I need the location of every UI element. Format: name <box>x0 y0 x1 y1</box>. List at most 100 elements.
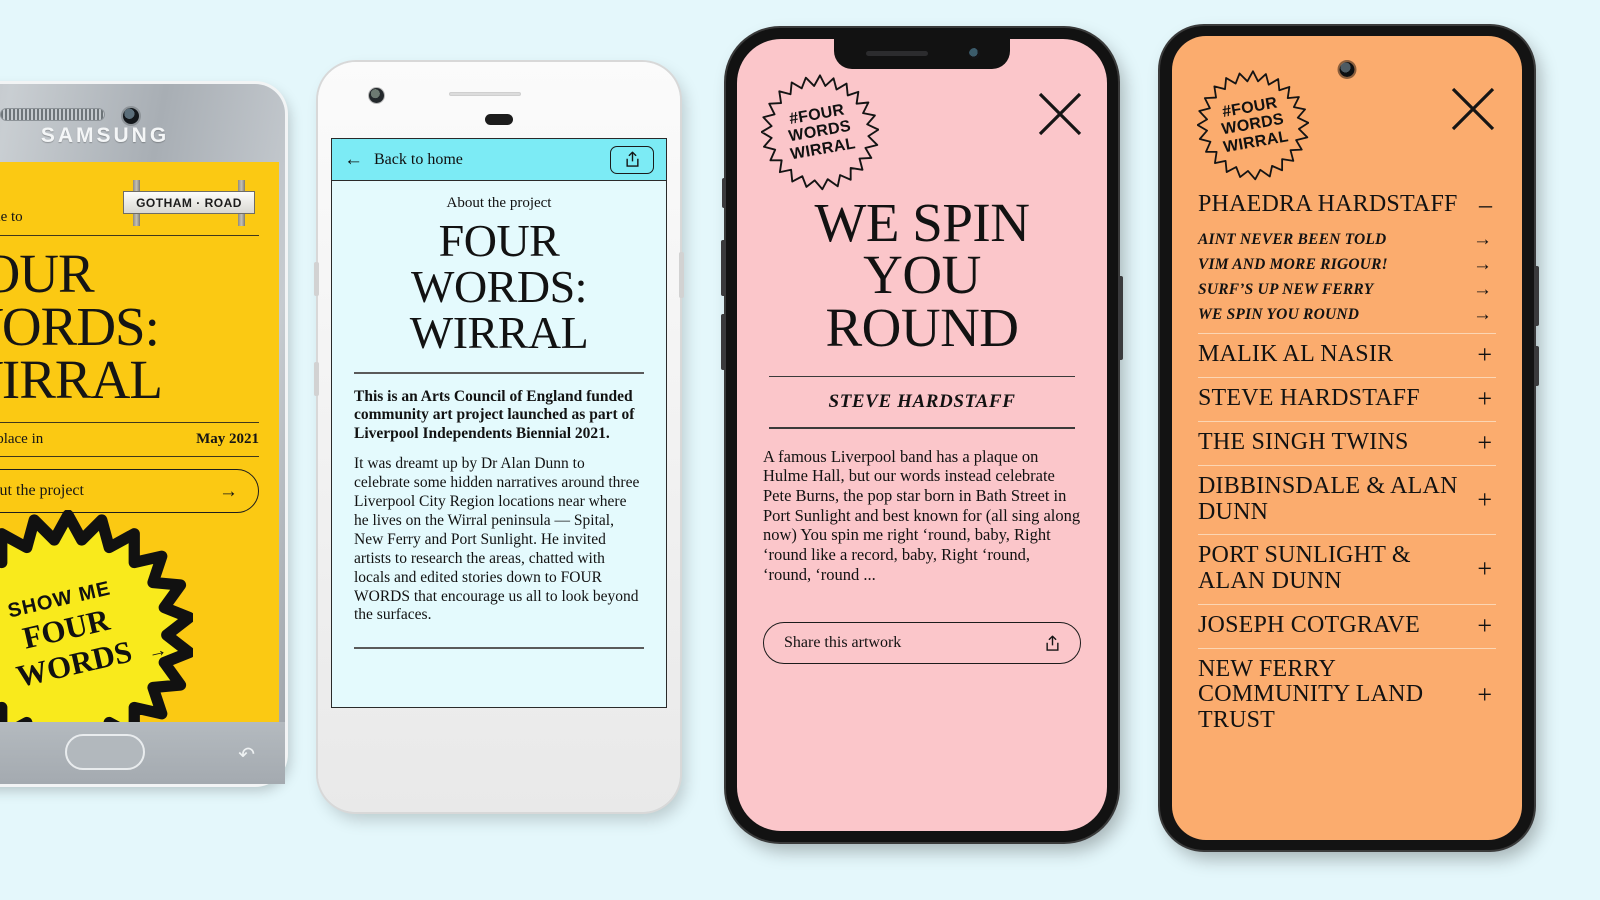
share-button[interactable] <box>610 145 654 174</box>
plus-icon: + <box>1477 554 1492 584</box>
artwork-title: WE SPIN YOU ROUND <box>1198 305 1360 323</box>
minus-icon: – <box>1479 190 1492 219</box>
power-button[interactable] <box>1118 276 1123 360</box>
accordion-artist-name: THE SINGH TWINS <box>1198 429 1409 456</box>
back-icon[interactable]: ↶ <box>238 742 255 767</box>
about-body-paragraph: It was dreamt up by Dr Alan Dunn to cele… <box>354 455 640 624</box>
artwork-list-item[interactable]: SURF’S UP NEW FERRY → <box>1198 277 1496 302</box>
phone-black-iphone: #FOUR WORDS WIRRAL WE SPIN YOU ROUND STE… <box>721 28 1123 842</box>
artwork-title: VIM AND MORE RIGOUR! <box>1198 255 1388 273</box>
show-me-four-words-button[interactable]: SHOW ME FOUR WORDS → <box>0 510 193 722</box>
phone1-top-bezel: SAMSUNG <box>0 84 285 162</box>
front-camera-icon <box>1339 62 1355 77</box>
phone1-screen: Welcome to GOTHAM · ROAD FOUR WORDS: WIR… <box>0 162 279 722</box>
artwork-title: WE SPIN YOU ROUND <box>814 192 1030 358</box>
four-words-wirral-seal-logo[interactable]: #FOUR WORDS WIRRAL <box>761 73 879 191</box>
accordion-panel: AINT NEVER BEEN TOLD → VIM AND MORE RIGOUR… <box>1198 227 1496 333</box>
about-page: About the project FOUR WORDS: WIRRAL Thi… <box>332 181 666 649</box>
accordion-artist-name: DIBBINSDALE & ALAN DUNN <box>1198 473 1458 525</box>
event-date-row: Taking place in May 2021 <box>0 423 259 456</box>
volume-button[interactable] <box>314 262 319 296</box>
accordion-header[interactable]: PHAEDRA HARDSTAFF – <box>1198 190 1496 227</box>
close-x-icon <box>1038 92 1082 136</box>
app-top-bar: ← Back to home <box>332 139 666 181</box>
phone-white-android: ← Back to home About the project FOUR WO… <box>314 62 684 812</box>
earpiece-speaker <box>0 108 105 121</box>
arrow-left-icon: ← <box>344 149 363 170</box>
accordion-artist-name: PORT SUNLIGHT & ALAN DUNN <box>1198 542 1411 595</box>
accordion-artist-name: PHAEDRA HARDSTAFF <box>1198 191 1458 218</box>
iphone-notch <box>834 39 1010 69</box>
about-button-label: About the project <box>0 482 84 500</box>
accordion-header[interactable]: DIBBINSDALE & ALAN DUNN + <box>1198 465 1496 534</box>
plus-icon: + <box>1477 384 1492 413</box>
accordion-artist-name: JOSEPH COTGRAVE <box>1198 611 1420 638</box>
volume-down-button[interactable] <box>721 314 726 370</box>
welcome-text: Welcome to <box>0 209 23 225</box>
arrow-right-icon: → <box>219 480 238 502</box>
street-sign-label: GOTHAM · ROAD <box>123 191 255 214</box>
divider <box>354 647 644 649</box>
phone2-screen: ← Back to home About the project FOUR WO… <box>331 138 667 708</box>
arrow-right-icon: → <box>1473 279 1492 300</box>
gotham-road-street-sign-image: GOTHAM · ROAD <box>119 180 259 226</box>
arrow-right-icon: → <box>1473 304 1492 325</box>
arrow-right-icon: → <box>145 639 170 664</box>
artwork-list-item[interactable]: WE SPIN YOU ROUND → <box>1198 302 1496 327</box>
volume-up-button[interactable] <box>721 240 726 296</box>
phone4-screen: #FOUR WORDS WIRRAL PHAEDRA HARDSTAFF – AIN… <box>1172 36 1522 840</box>
accordion-header[interactable]: JOSEPH COTGRAVE + <box>1198 603 1496 648</box>
front-camera-icon <box>121 106 141 126</box>
earpiece-slot <box>485 114 513 125</box>
phone-samsung-silver: SAMSUNG Welcome to GOTHAM · ROAD FOUR WO… <box>0 84 285 784</box>
divider <box>769 375 1075 378</box>
close-button[interactable] <box>1448 84 1498 134</box>
earpiece-speaker <box>866 51 928 56</box>
accordion-header[interactable]: THE SINGH TWINS + <box>1198 421 1496 465</box>
artwork-list-item[interactable]: AINT NEVER BEEN TOLD → <box>1198 227 1496 252</box>
welcome-row: Welcome to GOTHAM · ROAD <box>0 180 259 226</box>
plus-icon: + <box>1477 680 1492 710</box>
about-title: FOUR WORDS: WIRRAL <box>409 215 589 358</box>
close-x-icon <box>1451 87 1495 131</box>
phone3-screen: #FOUR WORDS WIRRAL WE SPIN YOU ROUND STE… <box>737 39 1107 831</box>
share-upload-icon <box>1046 635 1059 651</box>
arrow-right-icon: → <box>1473 254 1492 275</box>
event-date-value: May 2021 <box>196 431 259 448</box>
arrow-right-icon: → <box>1473 229 1492 250</box>
home-button[interactable] <box>65 734 145 770</box>
close-button[interactable] <box>1035 89 1085 139</box>
accordion-header[interactable]: MALIK AL NASIR + <box>1198 333 1496 377</box>
share-this-artwork-button[interactable]: Share this artwork <box>763 622 1081 665</box>
artwork-title: SURF’S UP NEW FERRY <box>1198 280 1374 298</box>
event-date-label: Taking place in <box>0 431 44 448</box>
about-kicker: About the project <box>446 195 552 211</box>
artwork-list-item[interactable]: VIM AND MORE RIGOUR! → <box>1198 252 1496 277</box>
power-button[interactable] <box>679 252 684 298</box>
earpiece-speaker <box>448 92 521 96</box>
volume-button[interactable] <box>1534 266 1539 326</box>
about-the-project-button[interactable]: About the project → <box>0 469 259 514</box>
back-to-home-button[interactable]: ← Back to home <box>344 150 463 169</box>
artwork-artist: STEVE HARDSTAFF <box>828 391 1016 413</box>
share-upload-icon <box>625 151 639 167</box>
about-lead-paragraph: This is an Arts Council of England funde… <box>354 387 635 443</box>
home-title: FOUR WORDS: WIRRAL <box>0 243 163 410</box>
four-words-wirral-seal-logo[interactable]: #FOUR WORDS WIRRAL <box>1194 66 1312 184</box>
divider <box>354 372 644 374</box>
volume-down-button[interactable] <box>314 362 319 396</box>
plus-icon: + <box>1477 610 1492 640</box>
accordion-artist-name: NEW FERRY COMMUNITY LAND TRUST <box>1198 655 1424 734</box>
power-button[interactable] <box>1534 346 1539 386</box>
mute-switch[interactable] <box>722 178 726 208</box>
artists-index-page: #FOUR WORDS WIRRAL PHAEDRA HARDSTAFF – AIN… <box>1172 36 1522 840</box>
plus-icon: + <box>1477 484 1492 514</box>
plus-icon: + <box>1477 340 1492 369</box>
artwork-description: A famous Liverpool band has a plaque on … <box>763 446 1081 584</box>
phone1-nav-bar: ◻ ↶ <box>0 722 285 784</box>
divider <box>0 422 259 424</box>
accordion-header[interactable]: PORT SUNLIGHT & ALAN DUNN + <box>1198 534 1496 603</box>
accordion-header[interactable]: NEW FERRY COMMUNITY LAND TRUST + <box>1198 647 1496 743</box>
plus-icon: + <box>1477 428 1492 457</box>
accordion-header[interactable]: STEVE HARDSTAFF + <box>1198 377 1496 421</box>
